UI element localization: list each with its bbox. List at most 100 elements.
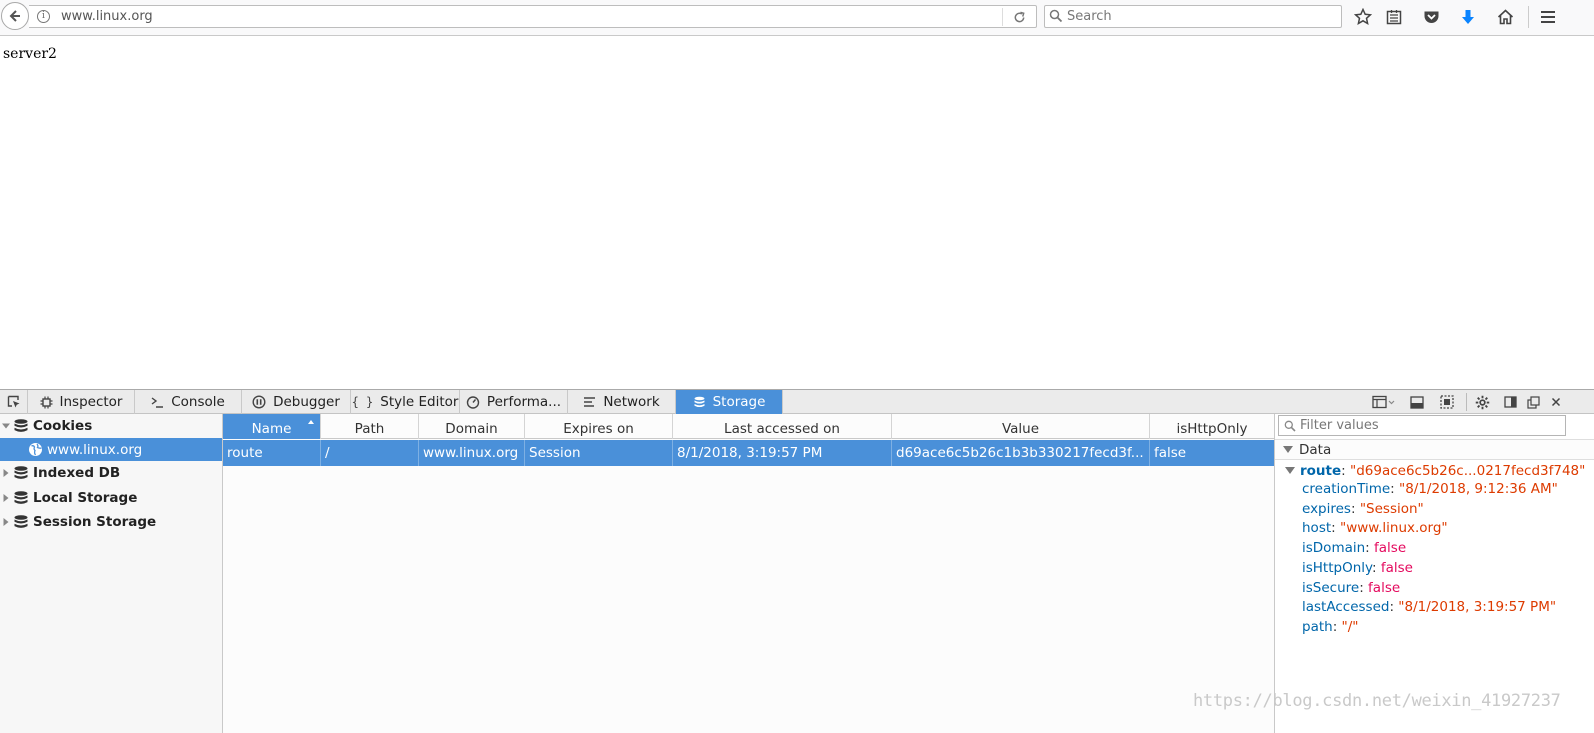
property-value: false (1380, 559, 1413, 576)
tab-style-editor[interactable]: { } Style Editor (351, 390, 460, 414)
back-arrow-icon (9, 10, 20, 22)
network-icon (583, 396, 596, 408)
colon: : (1365, 540, 1375, 557)
back-button[interactable] (1, 2, 29, 30)
settings-icon[interactable] (1473, 393, 1491, 411)
filter-values-input[interactable] (1300, 417, 1562, 434)
sort-ascending-icon (308, 420, 314, 424)
property-value: false (1368, 579, 1401, 596)
property-row[interactable]: isHttpOnly: false (1302, 560, 1413, 579)
property-key: route (1300, 462, 1342, 479)
property-key: lastAccessed (1302, 599, 1390, 616)
property-key: creationTime (1302, 481, 1391, 497)
chevron-down-icon (1283, 446, 1293, 453)
info-icon[interactable]: i (37, 10, 50, 23)
table-header: Name Path Domain Expires on Last accesse… (223, 414, 1274, 439)
property-value: "/" (1341, 618, 1359, 635)
tab-label: Inspector (59, 394, 123, 410)
property-value: "Session" (1359, 500, 1424, 517)
console-icon (151, 396, 164, 408)
pocket-icon[interactable] (1421, 7, 1441, 27)
cell-value[interactable]: d69ace6c5b26c1b3b330217fecd3f... (892, 440, 1150, 466)
tab-inspector[interactable]: Inspector (28, 390, 135, 414)
tab-debugger[interactable]: Debugger (242, 390, 351, 414)
column-header-httponly[interactable]: isHttpOnly (1150, 414, 1274, 439)
property-row[interactable]: isSecure: false (1302, 580, 1400, 599)
property-row[interactable]: host: "www.linux.org" (1302, 520, 1448, 539)
tree-item-cookies[interactable]: Cookies (0, 414, 222, 437)
chevron-down-icon[interactable] (1, 422, 11, 430)
cell-last-accessed[interactable]: 8/1/2018, 3:19:57 PM (673, 440, 892, 466)
column-label: Value (1001, 421, 1040, 437)
chevron-right-icon[interactable] (1, 468, 11, 477)
cell-domain[interactable]: www.linux.org (419, 440, 525, 466)
tree-item-local-storage[interactable]: Local Storage (0, 486, 222, 509)
element-picker-button[interactable] (0, 390, 28, 414)
root-property[interactable]: route: "d69ace6c5b26c...0217fecd3f748" (1283, 461, 1585, 480)
tab-label: Storage (712, 394, 766, 410)
dock-side-icon[interactable] (1501, 393, 1519, 411)
undock-icon[interactable] (1524, 393, 1542, 411)
url-text[interactable]: www.linux.org (61, 9, 153, 24)
filter-values-box[interactable] (1278, 415, 1566, 436)
cell-path[interactable]: / (321, 440, 419, 466)
data-section-header[interactable]: Data (1275, 439, 1594, 460)
downloads-icon[interactable] (1458, 7, 1478, 27)
close-icon[interactable] (1547, 393, 1565, 411)
tree-label: Cookies (33, 417, 93, 434)
tab-performance[interactable]: Performa... (460, 390, 568, 414)
cell-expires[interactable]: Session (525, 440, 673, 466)
url-bar[interactable]: i www.linux.org (29, 5, 1037, 28)
tab-network[interactable]: Network (568, 390, 676, 414)
property-row[interactable]: lastAccessed: "8/1/2018, 3:19:57 PM" (1302, 599, 1556, 618)
reading-list-icon[interactable] (1384, 7, 1404, 27)
column-header-expires[interactable]: Expires on (525, 414, 673, 439)
menu-icon[interactable] (1538, 7, 1558, 27)
property-key: expires (1302, 500, 1351, 517)
search-bar[interactable] (1044, 5, 1342, 28)
column-label: Name (251, 421, 292, 437)
column-label: isHttpOnly (1176, 421, 1248, 437)
chevron-right-icon[interactable] (1, 493, 11, 502)
property-value: "8/1/2018, 9:12:36 AM" (1399, 481, 1558, 497)
responsive-design-icon[interactable] (1371, 393, 1397, 411)
column-header-path[interactable]: Path (321, 414, 419, 439)
tab-console[interactable]: Console (135, 390, 242, 414)
tab-label: Network (603, 394, 660, 410)
bookmark-star-icon[interactable] (1353, 7, 1373, 27)
tree-label: Local Storage (33, 489, 138, 506)
column-header-value[interactable]: Value (892, 414, 1150, 439)
property-row[interactable]: creationTime: "8/1/2018, 9:12:36 AM" (1302, 481, 1558, 500)
column-header-name[interactable]: Name (223, 414, 321, 439)
tab-storage[interactable]: Storage (676, 390, 783, 414)
reload-button[interactable] (1009, 9, 1029, 25)
tree-item-indexed-db[interactable]: Indexed DB (0, 461, 222, 484)
property-value: false (1374, 540, 1407, 557)
element-picker-icon (7, 395, 19, 408)
search-input[interactable] (1067, 7, 1337, 26)
tree-label: Indexed DB (33, 464, 121, 481)
column-header-last-accessed[interactable]: Last accessed on (673, 414, 892, 439)
tab-label: Debugger (273, 394, 340, 410)
home-icon[interactable] (1495, 7, 1515, 27)
property-row[interactable]: isDomain: false (1302, 540, 1406, 559)
property-row[interactable]: expires: "Session" (1302, 501, 1424, 520)
colon: : (1389, 599, 1399, 616)
colon: : (1359, 579, 1369, 596)
search-icon (1284, 420, 1296, 432)
property-key: isDomain (1302, 540, 1366, 557)
page-text: server2 (3, 46, 57, 62)
screenshot-icon[interactable] (1438, 393, 1456, 411)
column-header-domain[interactable]: Domain (419, 414, 525, 439)
tree-item-cookies-host[interactable]: www.linux.org (0, 438, 222, 461)
colon: : (1341, 462, 1350, 479)
split-console-icon[interactable] (1408, 393, 1426, 411)
property-row[interactable]: path: "/" (1302, 619, 1359, 638)
tree-item-session-storage[interactable]: Session Storage (0, 510, 222, 533)
cell-name[interactable]: route (223, 440, 321, 466)
chevron-down-icon (1285, 467, 1295, 474)
property-value: "d69ace6c5b26c...0217fecd3f748" (1350, 462, 1586, 479)
chevron-right-icon[interactable] (1, 517, 11, 526)
table-row[interactable]: route / www.linux.org Session 8/1/2018, … (223, 440, 1274, 466)
cell-httponly[interactable]: false (1150, 440, 1274, 466)
